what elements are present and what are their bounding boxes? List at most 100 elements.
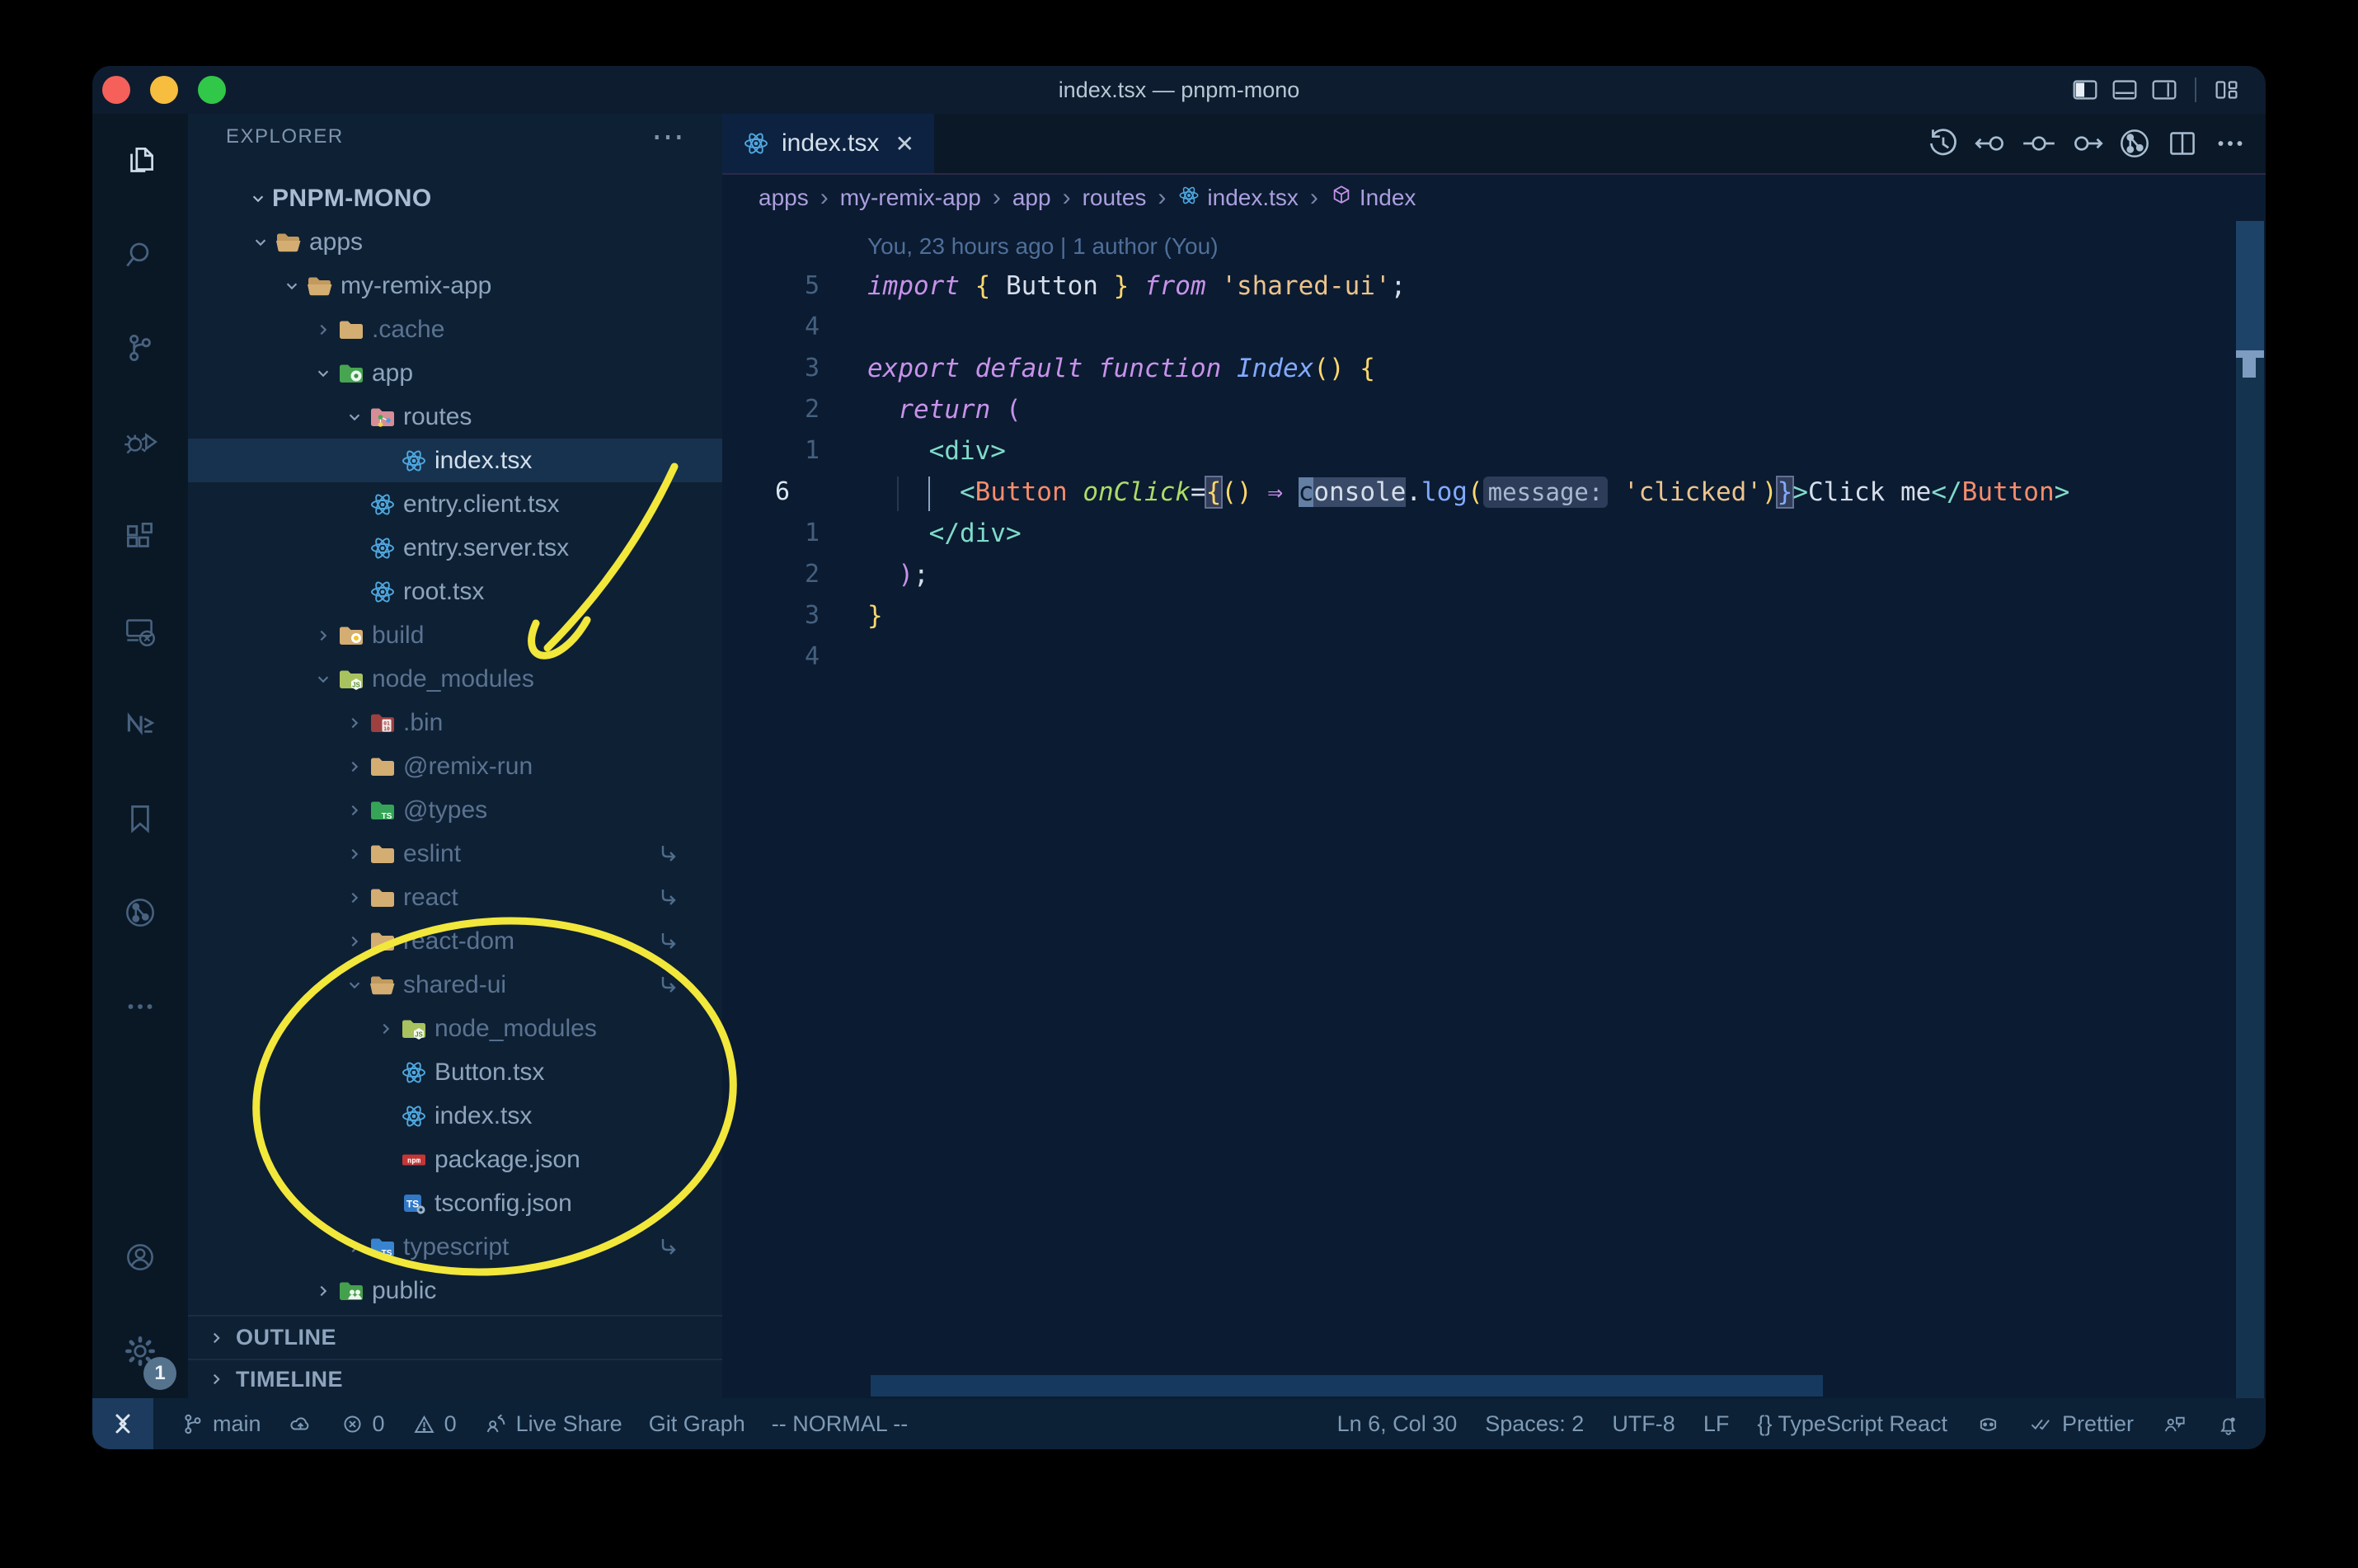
- status-branch[interactable]: main: [180, 1411, 261, 1437]
- status-encoding[interactable]: UTF-8: [1612, 1411, 1675, 1437]
- code-line[interactable]: 4: [722, 636, 2266, 678]
- activity-nx-console-button[interactable]: [92, 678, 188, 772]
- activity-settings-button[interactable]: 1: [92, 1304, 188, 1398]
- tree-item-typescript[interactable]: TS typescript: [188, 1225, 722, 1269]
- commit-next-icon[interactable]: [2063, 120, 2111, 167]
- tree-item-entry-server-tsx[interactable]: entry.server.tsx: [188, 526, 722, 570]
- activity-accounts-button[interactable]: [92, 1210, 188, 1304]
- tree-item-react[interactable]: react: [188, 876, 722, 919]
- tree-item--remix-run[interactable]: @remix-run: [188, 744, 722, 788]
- tree-item-shared-ui[interactable]: shared-ui: [188, 963, 722, 1007]
- gitgraph-icon[interactable]: [2111, 120, 2158, 167]
- timeline-section[interactable]: TIMELINE: [188, 1359, 722, 1398]
- status-errors[interactable]: 0: [340, 1411, 385, 1437]
- status-sync[interactable]: [288, 1411, 313, 1437]
- tree-item-routes[interactable]: routes: [188, 395, 722, 439]
- panel-right-icon[interactable]: [2149, 74, 2180, 106]
- commit-icon[interactable]: [2015, 120, 2063, 167]
- activity-more-button[interactable]: [92, 960, 188, 1054]
- svg-text:npm: npm: [407, 1157, 421, 1165]
- status-vim-mode[interactable]: -- NORMAL --: [772, 1411, 908, 1437]
- scrollbar-thumb[interactable]: [2236, 221, 2264, 353]
- status-indentation[interactable]: Spaces: 2: [1485, 1411, 1584, 1437]
- tree-item-react-dom[interactable]: react-dom: [188, 919, 722, 963]
- tree-item-index-tsx[interactable]: index.tsx: [188, 1094, 722, 1138]
- ellipsis-icon[interactable]: [2206, 120, 2254, 167]
- tree-item-label: entry.client.tsx: [403, 490, 560, 518]
- close-tab-icon[interactable]: ✕: [895, 130, 914, 157]
- tree-item-eslint[interactable]: eslint: [188, 832, 722, 876]
- tree-item-my-remix-app[interactable]: my-remix-app: [188, 264, 722, 307]
- activity-search-button[interactable]: [92, 208, 188, 302]
- status-git-graph[interactable]: Git Graph: [649, 1411, 745, 1437]
- breadcrumb-item[interactable]: app: [1012, 185, 1051, 211]
- tree-item-app[interactable]: app: [188, 351, 722, 395]
- tree-item--bin[interactable]: 01 10 .bin: [188, 701, 722, 744]
- breadcrumb-item[interactable]: Index: [1330, 184, 1416, 213]
- tree-item-root-tsx[interactable]: root.tsx: [188, 570, 722, 613]
- breadcrumb-item[interactable]: my-remix-app: [840, 185, 981, 211]
- tab-index-tsx[interactable]: index.tsx ✕: [722, 114, 934, 173]
- vscode-window: index.tsx — pnpm-mono 1 EXPLORER ⋯ PNPM-…: [92, 66, 2266, 1449]
- explorer-actions-icon[interactable]: ⋯: [651, 118, 686, 156]
- code-line[interactable]: 2 return (: [722, 389, 2266, 430]
- code-line[interactable]: 5 import { Button } from 'shared-ui';: [722, 265, 2266, 307]
- commit-prev-icon[interactable]: [1967, 120, 2015, 167]
- activity-bookmarks-button[interactable]: [92, 772, 188, 866]
- breadcrumb-label: apps: [759, 185, 809, 210]
- breadcrumb-item[interactable]: routes: [1083, 185, 1147, 211]
- panel-left-icon[interactable]: [2069, 74, 2101, 106]
- outline-section[interactable]: OUTLINE: [188, 1315, 722, 1359]
- activity-source-control-button[interactable]: [92, 302, 188, 396]
- tree-item-public[interactable]: public: [188, 1269, 722, 1312]
- activity-git-graph-button[interactable]: [92, 866, 188, 960]
- tree-item-index-tsx[interactable]: index.tsx: [188, 439, 722, 482]
- status-prettier[interactable]: Prettier: [2029, 1411, 2134, 1437]
- code-editor[interactable]: You, 23 hours ago | 1 author (You) 5 impo…: [722, 221, 2266, 1398]
- tree-item-entry-client-tsx[interactable]: entry.client.tsx: [188, 482, 722, 526]
- status-notifications[interactable]: [2215, 1411, 2241, 1437]
- tree-item-node-modules[interactable]: JS node_modules: [188, 1007, 722, 1050]
- split-icon[interactable]: [2158, 120, 2206, 167]
- status-warnings[interactable]: 0: [411, 1411, 457, 1437]
- activity-extensions-button[interactable]: [92, 490, 188, 584]
- tree-item-package-json[interactable]: npm package.json: [188, 1138, 722, 1181]
- bell-icon: [2215, 1411, 2241, 1437]
- activity-run-and-debug-button[interactable]: [92, 396, 188, 490]
- code-line[interactable]: 1 </div>: [722, 513, 2266, 554]
- tree-item-pnpm-mono[interactable]: PNPM-MONO: [188, 176, 722, 220]
- horizontal-scrollbar[interactable]: [871, 1375, 1823, 1397]
- tree-item--types[interactable]: TS @types: [188, 788, 722, 832]
- code-line[interactable]: 2 );: [722, 554, 2266, 595]
- vertical-scrollbar[interactable]: [2236, 221, 2264, 1398]
- code-line[interactable]: 3 export default function Index() {: [722, 348, 2266, 389]
- code-line[interactable]: 6 <Button onClick={() ⇒ console.log(mess…: [722, 472, 2266, 513]
- status-label: Prettier: [2061, 1411, 2134, 1436]
- tree-item-build[interactable]: build: [188, 613, 722, 657]
- breadcrumb-separator: ›: [820, 184, 829, 211]
- tree-item-label: index.tsx: [434, 446, 533, 474]
- tree-item-tsconfig-json[interactable]: TS tsconfig.json: [188, 1181, 722, 1225]
- panel-bottom-icon[interactable]: [2109, 74, 2140, 106]
- no-chevron: [375, 448, 400, 473]
- code-line[interactable]: 4: [722, 307, 2266, 348]
- tree-item-apps[interactable]: apps: [188, 220, 722, 264]
- status-live-share[interactable]: Live Share: [483, 1411, 622, 1437]
- status-copilot[interactable]: [1975, 1411, 2001, 1437]
- status-feedback[interactable]: [2162, 1411, 2187, 1437]
- layout-icon[interactable]: [2211, 74, 2243, 106]
- tree-item-button-tsx[interactable]: Button.tsx: [188, 1050, 722, 1094]
- breadcrumb-item[interactable]: index.tsx: [1177, 184, 1299, 213]
- tree-item-node-modules[interactable]: JS node_modules: [188, 657, 722, 701]
- code-line[interactable]: 1 <div>: [722, 430, 2266, 472]
- history-icon[interactable]: [1919, 120, 1967, 167]
- status-language-mode[interactable]: {} TypeScript React: [1757, 1411, 1947, 1437]
- tree-item--cache[interactable]: .cache: [188, 307, 722, 351]
- code-line[interactable]: 3}: [722, 595, 2266, 636]
- breadcrumb-item[interactable]: apps: [759, 185, 809, 211]
- status-cursor-position[interactable]: Ln 6, Col 30: [1337, 1411, 1458, 1437]
- remote-indicator[interactable]: [92, 1398, 153, 1449]
- status-eol[interactable]: LF: [1703, 1411, 1730, 1437]
- activity-explorer-button[interactable]: [92, 114, 188, 208]
- activity-remote-explorer-button[interactable]: [92, 584, 188, 678]
